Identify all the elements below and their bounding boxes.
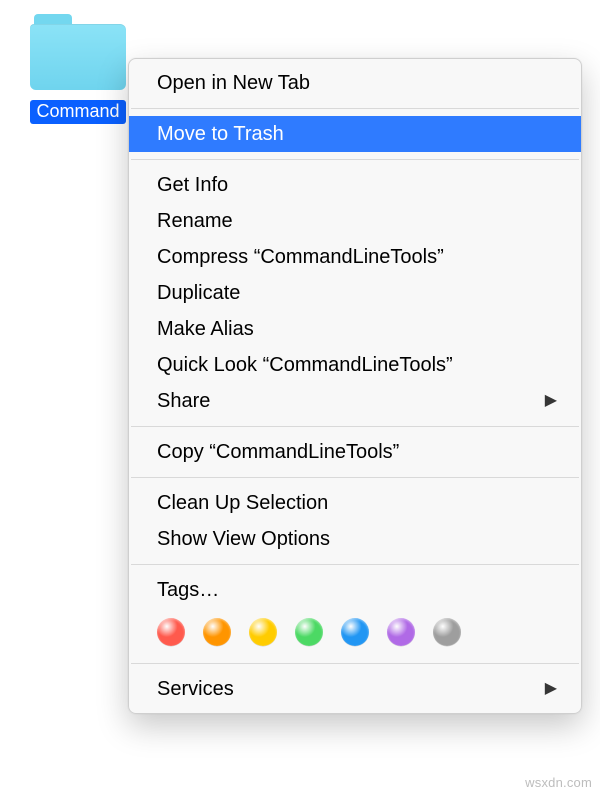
chevron-right-icon: ▶ bbox=[545, 387, 557, 415]
menu-label: Move to Trash bbox=[157, 120, 284, 148]
menu-quick-look[interactable]: Quick Look “CommandLineTools” bbox=[129, 347, 581, 383]
menu-tags[interactable]: Tags… bbox=[129, 572, 581, 608]
menu-separator bbox=[131, 426, 579, 427]
menu-label: Share bbox=[157, 387, 210, 415]
tag-red[interactable] bbox=[157, 618, 185, 646]
menu-label: Rename bbox=[157, 207, 233, 235]
menu-label: Quick Look “CommandLineTools” bbox=[157, 351, 453, 379]
menu-label: Services bbox=[157, 675, 234, 703]
menu-separator bbox=[131, 564, 579, 565]
chevron-right-icon: ▶ bbox=[545, 675, 557, 703]
menu-copy[interactable]: Copy “CommandLineTools” bbox=[129, 434, 581, 470]
tag-gray[interactable] bbox=[433, 618, 461, 646]
menu-label: Duplicate bbox=[157, 279, 240, 307]
menu-separator bbox=[131, 477, 579, 478]
menu-clean-up[interactable]: Clean Up Selection bbox=[129, 485, 581, 521]
tag-purple[interactable] bbox=[387, 618, 415, 646]
tag-yellow[interactable] bbox=[249, 618, 277, 646]
menu-separator bbox=[131, 159, 579, 160]
folder-label: Command bbox=[30, 100, 125, 124]
menu-share[interactable]: Share ▶ bbox=[129, 383, 581, 419]
watermark: wsxdn.com bbox=[525, 775, 592, 790]
folder-icon bbox=[30, 14, 126, 90]
menu-compress[interactable]: Compress “CommandLineTools” bbox=[129, 239, 581, 275]
menu-get-info[interactable]: Get Info bbox=[129, 167, 581, 203]
tag-green[interactable] bbox=[295, 618, 323, 646]
menu-label: Clean Up Selection bbox=[157, 489, 328, 517]
menu-label: Open in New Tab bbox=[157, 69, 310, 97]
menu-label: Get Info bbox=[157, 171, 228, 199]
menu-services[interactable]: Services ▶ bbox=[129, 671, 581, 707]
menu-move-to-trash[interactable]: Move to Trash bbox=[129, 116, 581, 152]
menu-separator bbox=[131, 663, 579, 664]
menu-label: Compress “CommandLineTools” bbox=[157, 243, 444, 271]
menu-open-new-tab[interactable]: Open in New Tab bbox=[129, 65, 581, 101]
menu-label: Show View Options bbox=[157, 525, 330, 553]
menu-rename[interactable]: Rename bbox=[129, 203, 581, 239]
menu-show-view-options[interactable]: Show View Options bbox=[129, 521, 581, 557]
menu-separator bbox=[131, 108, 579, 109]
menu-label: Tags… bbox=[157, 576, 219, 604]
tags-row bbox=[129, 608, 581, 656]
menu-label: Copy “CommandLineTools” bbox=[157, 438, 399, 466]
tag-blue[interactable] bbox=[341, 618, 369, 646]
menu-make-alias[interactable]: Make Alias bbox=[129, 311, 581, 347]
tag-orange[interactable] bbox=[203, 618, 231, 646]
context-menu: Open in New Tab Move to Trash Get Info R… bbox=[128, 58, 582, 714]
menu-label: Make Alias bbox=[157, 315, 254, 343]
folder-item[interactable]: Command bbox=[18, 14, 138, 129]
menu-duplicate[interactable]: Duplicate bbox=[129, 275, 581, 311]
